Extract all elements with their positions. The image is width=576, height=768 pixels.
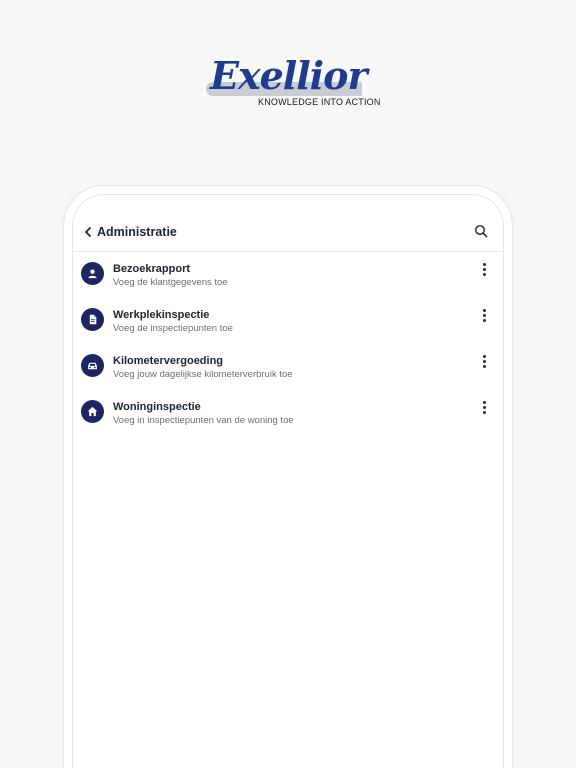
logo-tagline: KNOWLEDGE INTO ACTION [258, 97, 381, 107]
item-subtitle: Voeg de klantgegevens toe [113, 277, 228, 288]
item-title: Kilometervergoeding [113, 355, 224, 367]
item-title: Woninginspectie [113, 401, 201, 413]
logo-wordmark: Exellior [210, 53, 367, 98]
more-vertical-icon[interactable] [477, 353, 491, 369]
app-header: Administratie [73, 195, 503, 252]
more-vertical-icon[interactable] [477, 261, 491, 277]
search-icon [474, 224, 488, 238]
page-title: Administratie [97, 225, 177, 239]
app-screen: Administratie Bezoekrapport Voeg de klan… [72, 194, 504, 768]
list-item-woninginspectie[interactable]: Woninginspectie Voeg in inspectiepunten … [73, 395, 503, 441]
more-vertical-icon[interactable] [477, 399, 491, 415]
document-icon [81, 308, 104, 331]
back-button[interactable] [81, 224, 95, 240]
home-icon [81, 400, 104, 423]
more-vertical-icon[interactable] [477, 307, 491, 323]
chevron-left-icon [85, 227, 91, 237]
car-icon [81, 354, 104, 377]
page: Exellior KNOWLEDGE INTO ACTION Administr… [0, 0, 576, 768]
item-subtitle: Voeg jouw dagelijkse kilometerverbruik t… [113, 369, 293, 380]
admin-list: Bezoekrapport Voeg de klantgegevens toe … [73, 257, 503, 441]
item-title: Bezoekrapport [113, 263, 191, 275]
list-item-kilometervergoeding[interactable]: Kilometervergoeding Voeg jouw dagelijkse… [73, 349, 503, 395]
item-subtitle: Voeg in inspectiepunten van de woning to… [113, 415, 294, 426]
list-item-bezoekrapport[interactable]: Bezoekrapport Voeg de klantgegevens toe [73, 257, 503, 303]
item-subtitle: Voeg de inspectiepunten toe [113, 323, 233, 334]
exellior-logo: Exellior KNOWLEDGE INTO ACTION [206, 53, 380, 110]
list-item-werkplekinspectie[interactable]: Werkplekinspectie Voeg de inspectiepunte… [73, 303, 503, 349]
search-button[interactable] [474, 224, 490, 240]
person-icon [81, 262, 104, 285]
item-title: Werkplekinspectie [113, 309, 210, 321]
